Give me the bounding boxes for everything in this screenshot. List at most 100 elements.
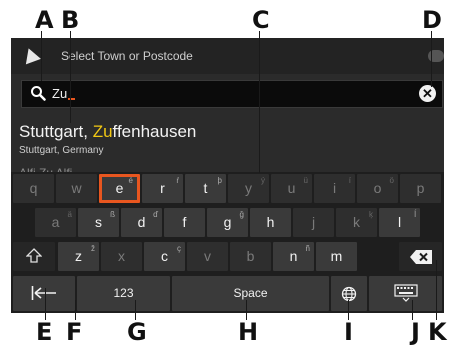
key-label: q (29, 180, 38, 196)
callout-k: K (428, 318, 447, 346)
key-k: kķ (336, 208, 377, 237)
key-r[interactable]: rŕ (142, 174, 183, 203)
key-alt-char: ç (177, 244, 181, 253)
key-alt-char: ý (261, 176, 265, 185)
key-label: g (223, 214, 232, 230)
key-label: n (289, 248, 298, 264)
callout-g-line (135, 300, 136, 320)
navigation-arrow-icon[interactable] (21, 45, 41, 65)
callout-f: F (66, 318, 83, 346)
key-alt-char: ŕ (176, 176, 179, 185)
navigation-screen: Select Town or Postcode Zu ✕ Stuttgart, … (11, 38, 444, 313)
key-f[interactable]: f (164, 208, 205, 237)
back-arrow-icon (31, 286, 56, 300)
key-q: q (13, 174, 54, 203)
callout-h: H (238, 318, 259, 346)
close-circle-icon[interactable]: ✕ (419, 85, 436, 102)
key-label: t (203, 180, 208, 196)
title-bar: Select Town or Postcode (11, 38, 444, 74)
search-field[interactable]: Zu ✕ (21, 80, 443, 108)
key-alt-char: þ (217, 176, 222, 185)
key-e[interactable]: eé (99, 174, 140, 203)
key-label: u (287, 180, 296, 196)
key-p: p (400, 174, 441, 203)
callout-b: B (61, 6, 80, 34)
screen-title: Select Town or Postcode (61, 49, 193, 63)
shift-key[interactable] (13, 242, 55, 271)
globe-key[interactable] (331, 276, 367, 311)
key-alt-char: ü (303, 176, 308, 185)
key-label: w (71, 180, 82, 196)
on-screen-keyboard: qweérŕtþyýuüiíoöp aäsßdďfgğhjkķlĺ zžxcçv… (11, 172, 444, 313)
key-label: z (75, 248, 82, 264)
key-m[interactable]: m (316, 242, 357, 271)
key-d[interactable]: dď (121, 208, 162, 237)
key-i: ií (314, 174, 355, 203)
key-alt-char: ß (110, 210, 115, 219)
callout-j: J (411, 318, 420, 346)
key-label: h (266, 214, 275, 230)
key-n[interactable]: nñ (273, 242, 314, 271)
space-key[interactable]: Space (172, 276, 329, 311)
result-list-item[interactable]: Stuttgart, Zuffenhausen Stuttgart, Germa… (11, 118, 444, 162)
callout-a: A (35, 6, 54, 34)
key-label: p (416, 180, 425, 196)
key-t[interactable]: tþ (185, 174, 226, 203)
key-j: j (293, 208, 334, 237)
callout-k-line (436, 260, 437, 320)
key-label: a (51, 214, 60, 230)
key-b: b (230, 242, 271, 271)
numbers-key[interactable]: 123 (77, 276, 170, 311)
callout-e-line (45, 288, 46, 320)
key-alt-char: é (128, 176, 133, 185)
key-alt-char: ķ (369, 210, 373, 219)
key-y: yý (228, 174, 269, 203)
key-a: aä (35, 208, 76, 237)
key-alt-char: ğ (239, 210, 244, 219)
key-v: v (187, 242, 228, 271)
key-z[interactable]: zž (58, 242, 99, 271)
key-s[interactable]: sß (78, 208, 119, 237)
callout-h-line (246, 300, 247, 320)
key-l[interactable]: lĺ (379, 208, 420, 237)
hide-keyboard-key[interactable] (369, 276, 442, 311)
callout-d: D (422, 6, 442, 34)
key-label: x (118, 248, 125, 264)
key-c[interactable]: cç (144, 242, 185, 271)
key-u: uü (271, 174, 312, 203)
result-title: Stuttgart, Zuffenhausen (19, 122, 197, 141)
key-alt-char: í (348, 176, 351, 185)
key-alt-char: ä (67, 210, 72, 219)
shift-arrow-icon (25, 248, 43, 263)
key-o: oö (357, 174, 398, 203)
callout-c-line (259, 31, 260, 173)
key-label: f (182, 214, 187, 230)
key-g[interactable]: gğ (207, 208, 248, 237)
callout-a-line (41, 31, 42, 81)
key-label: o (373, 180, 382, 196)
key-h[interactable]: h (250, 208, 291, 237)
backspace-icon (409, 250, 432, 264)
callout-c: C (252, 6, 270, 34)
key-label: c (161, 248, 168, 264)
callout-e: E (36, 318, 53, 346)
key-label: y (245, 180, 252, 196)
key-label: d (137, 214, 146, 230)
callout-i: I (344, 318, 353, 346)
callout-b-line (70, 31, 71, 123)
search-input[interactable]: Zu (52, 86, 76, 101)
key-w: w (56, 174, 97, 203)
key-label: j (311, 214, 316, 230)
key-alt-char: ñ (305, 244, 310, 253)
result-subtitle: Stuttgart, Germany (19, 145, 104, 156)
key-x: x (101, 242, 142, 271)
key-label: v (204, 248, 211, 264)
search-icon (31, 86, 46, 101)
callout-f-line (75, 300, 76, 320)
key-label: k (353, 214, 360, 230)
key-label: b (246, 248, 255, 264)
callout-i-line (348, 300, 349, 320)
back-key[interactable] (13, 276, 75, 311)
key-label: m (330, 248, 343, 264)
key-label: l (397, 214, 402, 230)
